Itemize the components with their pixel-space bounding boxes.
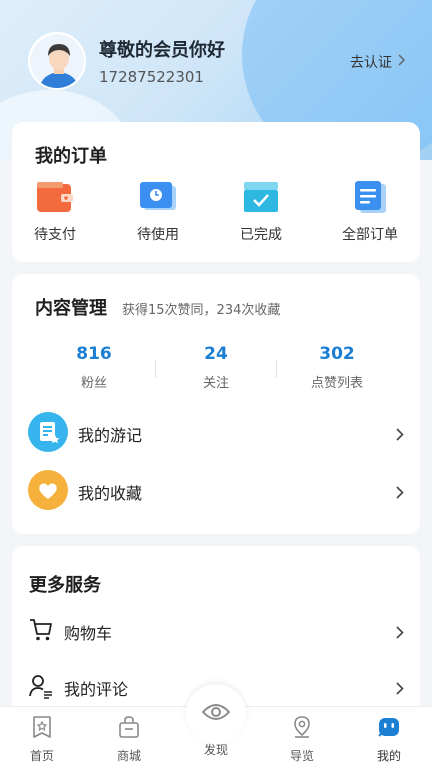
verify-label: 去认证 <box>350 55 392 71</box>
tab-label: 商城 <box>116 749 141 763</box>
verify-button[interactable]: 去认证 <box>350 52 406 72</box>
user-comment-icon <box>28 673 54 703</box>
services-title: 更多服务 <box>29 575 101 596</box>
heart-icon <box>28 470 68 514</box>
cart-icon <box>28 617 54 647</box>
robot-icon <box>377 718 401 743</box>
stat-likes[interactable]: 302 点赞列表 <box>277 344 397 391</box>
chevron-right-icon <box>396 624 404 643</box>
tab-label: 导览 <box>289 749 314 763</box>
row-my-favorites[interactable]: 我的收藏 <box>28 470 408 514</box>
tab-label: 我的 <box>376 749 401 763</box>
stat-label: 粉丝 <box>80 376 107 391</box>
tab-shop[interactable]: 商城 <box>99 715 159 764</box>
row-label: 我的评论 <box>64 680 129 699</box>
check-box-icon <box>241 180 281 214</box>
greeting-text: 尊敬的会员你好 <box>99 40 225 61</box>
stat-following[interactable]: 24 关注 <box>156 344 276 391</box>
order-label: 全部订单 <box>342 227 398 243</box>
chevron-right-icon <box>396 484 404 503</box>
clock-card-icon <box>138 180 178 214</box>
row-label: 我的收藏 <box>78 484 143 503</box>
phone-number: 17287522301 <box>99 68 204 86</box>
stat-value: 816 <box>76 344 112 364</box>
content-subtitle: 获得15次赞同，234次收藏 <box>122 303 281 318</box>
order-all[interactable]: 全部订单 <box>330 180 410 244</box>
row-my-travel-notes[interactable]: 我的游记 <box>28 412 408 456</box>
tab-mine[interactable]: 我的 <box>359 715 419 764</box>
tab-label: 首页 <box>29 749 54 763</box>
orders-card: 我的订单 待支付 待使用 已完成 全部订单 <box>12 122 420 262</box>
chevron-right-icon <box>396 680 404 699</box>
avatar[interactable] <box>28 32 86 90</box>
stat-label: 关注 <box>202 376 229 391</box>
row-label: 我的游记 <box>78 426 143 445</box>
order-label: 待使用 <box>137 227 179 243</box>
travel-note-icon <box>28 412 68 456</box>
order-completed[interactable]: 已完成 <box>221 180 301 244</box>
eye-icon <box>201 702 231 726</box>
content-card: 内容管理 获得15次赞同，234次收藏 816 粉丝 24 关注 302 点赞列… <box>12 274 420 534</box>
chevron-right-icon <box>396 426 404 445</box>
tab-home[interactable]: 首页 <box>12 715 72 764</box>
list-doc-icon <box>350 180 390 214</box>
order-pending-payment[interactable]: 待支付 <box>15 180 95 244</box>
stat-fans[interactable]: 816 粉丝 <box>34 344 154 391</box>
row-shopping-cart[interactable]: 购物车 <box>28 610 408 654</box>
wallet-icon <box>35 180 75 214</box>
order-label: 待支付 <box>34 227 76 243</box>
stat-label: 点赞列表 <box>310 376 363 391</box>
tab-guide[interactable]: 导览 <box>272 715 332 764</box>
stat-value: 302 <box>319 344 355 364</box>
stat-value: 24 <box>204 344 228 364</box>
map-pin-icon <box>291 716 313 743</box>
row-label: 购物车 <box>64 624 113 643</box>
home-icon <box>31 716 53 743</box>
content-title: 内容管理 <box>35 298 107 319</box>
order-to-use[interactable]: 待使用 <box>118 180 198 244</box>
chevron-right-icon <box>398 54 406 70</box>
orders-title: 我的订单 <box>35 146 107 167</box>
order-label: 已完成 <box>240 227 282 243</box>
discover-center-button[interactable] <box>186 684 246 744</box>
shop-bag-icon <box>118 716 140 743</box>
